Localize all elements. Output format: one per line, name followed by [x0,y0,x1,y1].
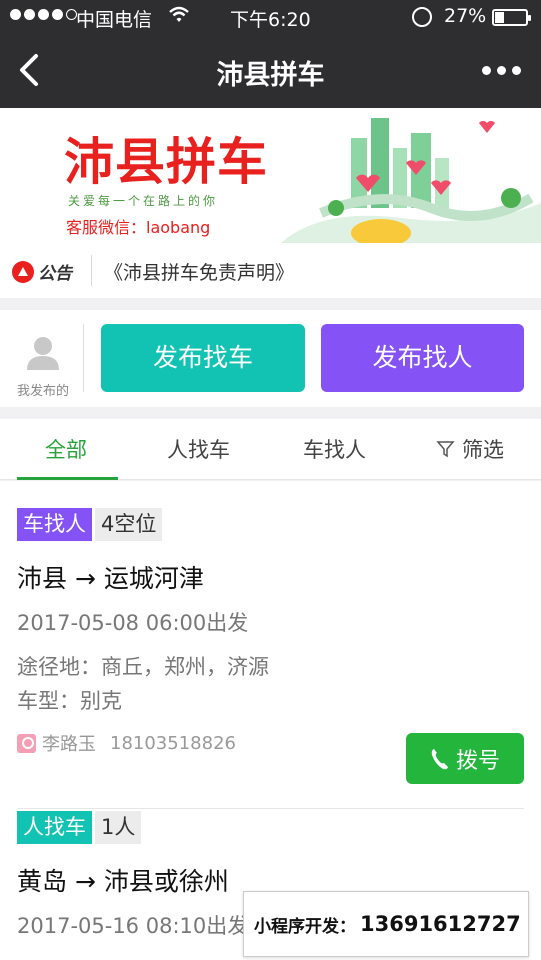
announcement-label: 公告 [38,264,72,284]
route: 黄岛 → 沛县或徐州 [17,867,229,896]
announcement-icon: 公告 [12,259,72,284]
via-points: 途径地：商丘，郑州，济源 [17,655,269,679]
status-bar: 中国电信 下午6:20 27% [0,0,541,34]
listing-type-badge: 人找车 [17,811,92,844]
my-posts-label: 我发布的 [16,384,69,399]
tab-filter[interactable]: 筛选 [436,434,504,464]
battery-percent: 27% [444,5,487,27]
card-divider [17,808,524,809]
contact-name: 李路玉 [42,734,96,755]
listing-type-badge: 车找人 [17,508,92,541]
battery-icon [492,9,531,26]
seat-badge: 1人 [95,811,142,844]
departure-time: 2017-05-08 06:00出发 [17,611,249,635]
dial-button[interactable]: 拨号 [406,733,524,784]
contact-info: 李路玉 18103518826 [17,730,236,756]
tab-all[interactable]: 全部 [45,434,87,464]
route: 沛县 → 运城河津 [17,564,204,593]
navigation-bar: 沛县拼车 [0,34,541,108]
filter-icon [436,441,455,458]
post-find-car-button[interactable]: 发布找车 [101,324,305,392]
wifi-icon [169,6,189,22]
announcement-text[interactable]: 《沛县拼车免责声明》 [104,258,294,285]
city-illustration-icon [281,118,541,243]
my-posts-button[interactable]: 我发布的 [8,332,78,399]
divider [83,324,84,392]
promo-banner[interactable]: 沛县拼车 关爱每一个在路上的你 客服微信：laobang [0,108,541,243]
announcement-bar[interactable]: 公告 《沛县拼车免责声明》 [0,243,541,298]
filter-tabs: 全部 人找车 车找人 筛选 [0,419,541,480]
banner-wechat: 客服微信：laobang [66,218,211,237]
watermark-label: 小程序开发： [254,916,356,937]
listing-feed: 车找人 4空位 沛县 → 运城河津 2017-05-08 06:00出发 途径地… [0,481,541,960]
clock: 下午6:20 [230,9,311,31]
divider [91,255,92,286]
contact-icon [17,733,36,753]
contact-phone: 18103518826 [110,732,236,754]
publish-actions: 我发布的 发布找车 发布找人 [0,310,541,407]
tab-car-find-people[interactable]: 车找人 [303,434,366,464]
filter-label: 筛选 [462,438,504,462]
car-model: 车型：别克 [17,689,122,713]
user-avatar-icon [27,337,59,370]
dial-label: 拨号 [455,748,500,774]
developer-watermark: 小程序开发： 13691612727 [243,891,529,957]
tab-people-find-car[interactable]: 人找车 [167,434,230,464]
post-find-people-button[interactable]: 发布找人 [321,324,524,392]
phone-icon [431,748,448,769]
carrier-name: 中国电信 [76,9,153,31]
more-dots-icon[interactable] [482,66,521,75]
page-title: 沛县拼车 [216,60,325,91]
rotation-lock-icon [412,7,432,27]
active-tab-indicator [17,477,118,480]
watermark-number: 13691612727 [360,912,521,936]
banner-subtitle: 关爱每一个在路上的你 [68,194,219,208]
signal-dots-icon [10,9,77,20]
seat-badge: 4空位 [95,508,163,541]
departure-time: 2017-05-16 08:10出发 [17,914,249,938]
banner-title: 沛县拼车 [64,133,268,191]
